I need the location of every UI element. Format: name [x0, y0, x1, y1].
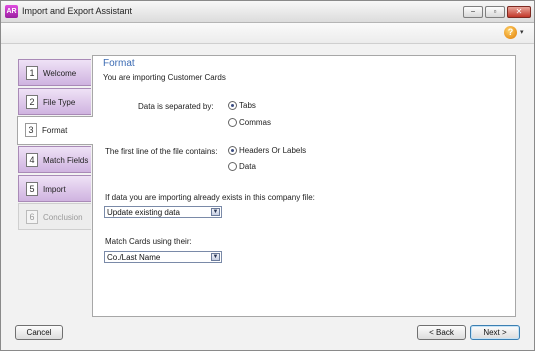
help-icon[interactable]: ?	[504, 26, 517, 39]
step-welcome[interactable]: 1 Welcome	[18, 59, 91, 86]
radio-headers-indicator[interactable]	[228, 146, 237, 155]
step-number: 5	[26, 182, 38, 196]
radio-data-label[interactable]: Data	[239, 162, 256, 171]
help-dropdown-icon[interactable]: ▾	[520, 28, 524, 36]
step-format[interactable]: 3 Format	[17, 116, 93, 145]
next-button[interactable]: Next >	[470, 325, 520, 340]
step-match-fields[interactable]: 4 Match Fields	[18, 146, 91, 173]
minimize-button[interactable]: −	[463, 6, 483, 18]
close-button[interactable]: ✕	[507, 6, 531, 18]
step-label: Conclusion	[43, 213, 83, 222]
existing-data-label: If data you are importing already exists…	[105, 193, 315, 202]
chevron-down-icon[interactable]: ▼	[211, 253, 220, 261]
step-label: File Type	[43, 98, 76, 107]
step-number: 6	[26, 210, 38, 224]
toolbar: ? ▾	[1, 23, 534, 44]
chevron-down-icon[interactable]: ▼	[211, 208, 220, 216]
step-label: Import	[43, 185, 66, 194]
radio-commas-label[interactable]: Commas	[239, 118, 271, 127]
match-cards-label: Match Cards using their:	[105, 237, 192, 246]
existing-data-value: Update existing data	[107, 208, 180, 217]
step-number: 2	[26, 95, 38, 109]
step-import[interactable]: 5 Import	[18, 175, 91, 202]
app-icon: AR	[5, 5, 18, 18]
step-number: 1	[26, 66, 38, 80]
cancel-button[interactable]: Cancel	[15, 325, 63, 340]
format-panel: Format You are importing Customer Cards …	[92, 55, 516, 317]
title-bar: AR Import and Export Assistant − ▫ ✕	[1, 1, 534, 23]
step-file-type[interactable]: 2 File Type	[18, 88, 91, 115]
import-export-window: AR Import and Export Assistant − ▫ ✕ ? ▾…	[0, 0, 535, 351]
page-subtitle: You are importing Customer Cards	[103, 73, 226, 82]
existing-data-select[interactable]: Update existing data ▼	[104, 206, 222, 218]
match-cards-select[interactable]: Co./Last Name ▼	[104, 251, 222, 263]
radio-tabs-label[interactable]: Tabs	[239, 101, 256, 110]
maximize-button[interactable]: ▫	[485, 6, 505, 18]
radio-headers-label[interactable]: Headers Or Labels	[239, 146, 306, 155]
match-cards-value: Co./Last Name	[107, 253, 161, 262]
back-button[interactable]: < Back	[417, 325, 466, 340]
window-title: Import and Export Assistant	[22, 6, 133, 16]
separator-label: Data is separated by:	[138, 102, 214, 111]
step-label: Welcome	[43, 69, 77, 78]
step-number: 4	[26, 153, 38, 167]
page-title: Format	[103, 58, 135, 69]
first-line-label: The first line of the file contains:	[105, 147, 218, 156]
step-number: 3	[25, 123, 37, 137]
step-conclusion: 6 Conclusion	[18, 203, 91, 230]
step-label: Match Fields	[43, 156, 89, 165]
radio-commas-indicator[interactable]	[228, 118, 237, 127]
radio-tabs-indicator[interactable]	[228, 101, 237, 110]
step-label: Format	[42, 126, 68, 135]
radio-data-indicator[interactable]	[228, 162, 237, 171]
